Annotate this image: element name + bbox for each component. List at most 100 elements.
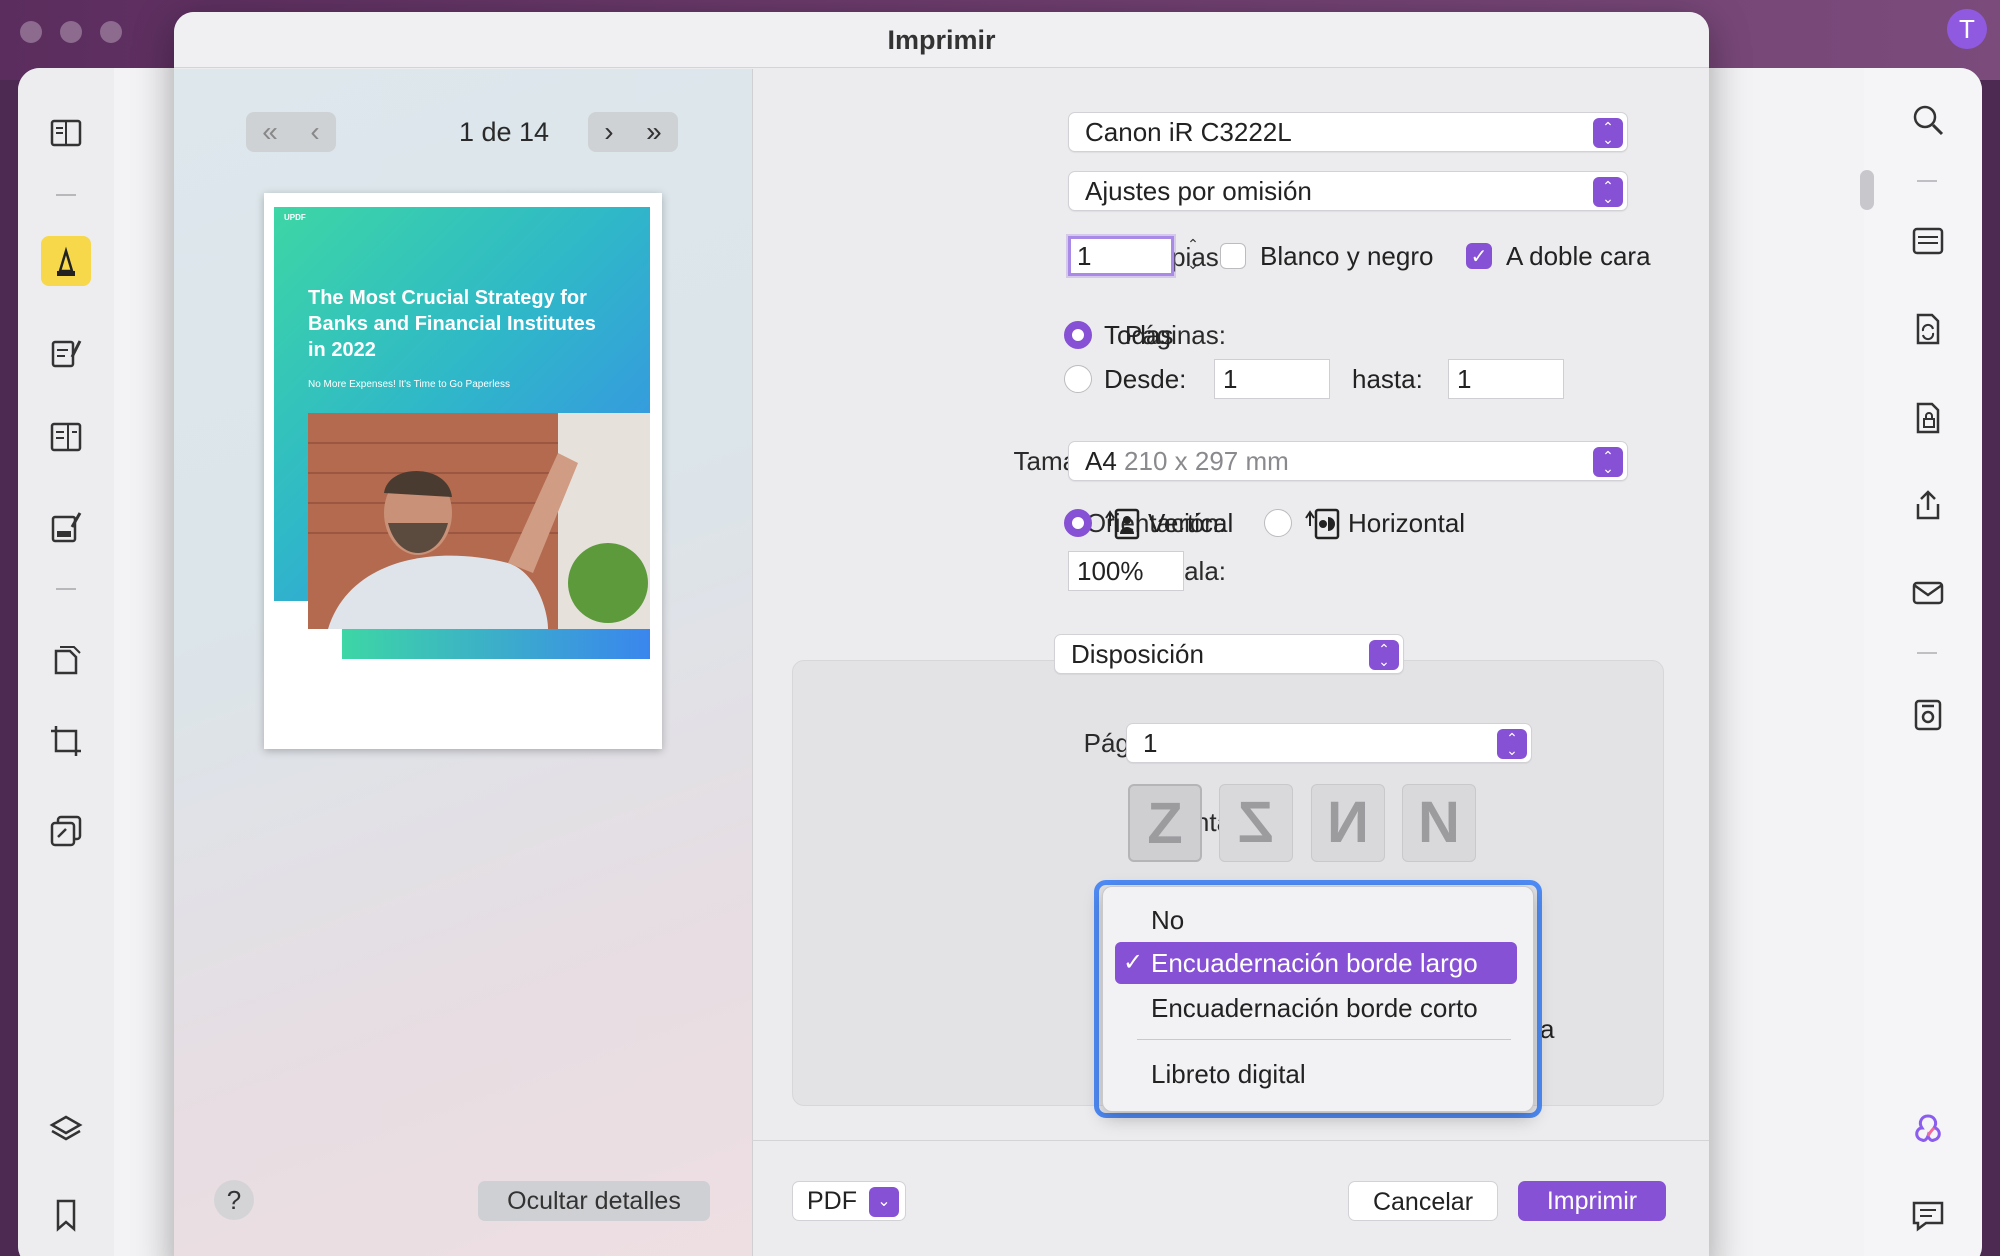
- printer-select[interactable]: Canon iR C3222L ⌃ ⌄: [1068, 112, 1628, 152]
- menu-item-short-edge[interactable]: Encuadernación borde corto: [1115, 987, 1517, 1029]
- duplex-label: A doble cara: [1506, 241, 1651, 271]
- pages-all-radio[interactable]: [1064, 321, 1092, 349]
- prev-page-icon[interactable]: ‹: [310, 116, 319, 148]
- window-close-button[interactable]: [20, 21, 42, 43]
- help-button[interactable]: ?: [214, 1180, 254, 1220]
- checkmark-icon: ✓: [1123, 949, 1144, 976]
- black-white-label: Blanco y negro: [1260, 241, 1434, 271]
- pages-from-field[interactable]: 1: [1214, 359, 1330, 399]
- menu-separator: [1137, 1039, 1511, 1040]
- copies-stepper[interactable]: ⌃ ⌄: [1182, 234, 1204, 276]
- presets-value: Ajustes por omisión: [1085, 176, 1312, 206]
- copies-field[interactable]: 1: [1068, 236, 1174, 276]
- ai-assistant-icon[interactable]: [1903, 1103, 1953, 1153]
- pdf-menu-button[interactable]: PDF ⌄: [792, 1181, 906, 1221]
- highlighter-icon[interactable]: [41, 236, 91, 286]
- pdf-label: PDF: [807, 1187, 857, 1215]
- save-icon[interactable]: [1903, 690, 1953, 740]
- page-forward-controls: ›»: [588, 112, 678, 152]
- window-zoom-button[interactable]: [100, 21, 122, 43]
- share-icon[interactable]: [1903, 481, 1953, 531]
- first-page-icon[interactable]: «: [262, 116, 278, 148]
- scale-field[interactable]: 100%: [1068, 551, 1184, 591]
- pages-all-label: Todas: [1104, 320, 1174, 350]
- ocr-icon[interactable]: [1903, 216, 1953, 266]
- doc-logo: UPDF: [284, 213, 306, 222]
- chevron-updown-icon: ⌃ ⌄: [1497, 729, 1527, 759]
- print-dialog: Imprimir «‹ 1 de 14 ›» UPDF The Most Cru…: [174, 12, 1709, 1256]
- pages-per-sheet-value: 1: [1143, 728, 1158, 758]
- next-page-icon[interactable]: ›: [604, 116, 613, 148]
- hide-details-button[interactable]: Ocultar detalles: [478, 1181, 710, 1221]
- cancel-button[interactable]: Cancelar: [1348, 1181, 1498, 1221]
- portrait-icon: [1105, 508, 1140, 540]
- print-button[interactable]: Imprimir: [1518, 1181, 1666, 1221]
- batch-icon[interactable]: [41, 806, 91, 856]
- mail-icon[interactable]: [1903, 568, 1953, 618]
- section-select[interactable]: Disposición ⌃ ⌄: [1054, 634, 1404, 674]
- edit-text-icon[interactable]: [41, 328, 91, 378]
- paper-size-select[interactable]: A4 210 x 297 mm ⌃ ⌄: [1068, 441, 1628, 481]
- chevron-updown-icon: ⌃ ⌄: [1593, 177, 1623, 207]
- search-icon[interactable]: [1903, 95, 1953, 145]
- fill-sign-icon[interactable]: [41, 502, 91, 552]
- menu-item-digital-booklet[interactable]: Libreto digital: [1115, 1053, 1517, 1095]
- presets-select[interactable]: Ajustes por omisión ⌃ ⌄: [1068, 171, 1628, 211]
- paper-size-detail: 210 x 297 mm: [1124, 446, 1289, 476]
- layers-icon[interactable]: [41, 1104, 91, 1154]
- toolbar-divider: [1917, 180, 1937, 182]
- pages-range-radio[interactable]: [1064, 365, 1092, 393]
- portrait-label: Vertical: [1148, 508, 1234, 538]
- doc-footer-bar: [342, 629, 650, 659]
- crop-icon[interactable]: [41, 716, 91, 766]
- organize-pages-icon[interactable]: [41, 411, 91, 461]
- chevron-updown-icon: ⌃ ⌄: [1593, 118, 1623, 148]
- pages-to-field[interactable]: 1: [1448, 359, 1564, 399]
- toolbar-divider: [56, 588, 76, 590]
- user-avatar[interactable]: T: [1947, 9, 1987, 49]
- layout-n-reverse-button[interactable]: N: [1311, 784, 1385, 862]
- pages-to-label: hasta:: [1352, 364, 1423, 394]
- menu-item-long-edge[interactable]: ✓ Encuadernación borde largo: [1115, 942, 1517, 984]
- doc-photo: [308, 413, 650, 629]
- menu-item-no[interactable]: No: [1115, 899, 1517, 941]
- paper-size-value: A4: [1085, 446, 1117, 476]
- black-white-checkbox[interactable]: [1220, 243, 1246, 269]
- doc-title: The Most Crucial Strategy for Banks and …: [308, 287, 596, 361]
- toolbar-divider: [1917, 652, 1937, 654]
- pages-per-sheet-select[interactable]: 1 ⌃ ⌄: [1126, 723, 1532, 763]
- page-tools-icon[interactable]: [41, 634, 91, 684]
- two-sided-dropdown-menu: No ✓ Encuadernación borde largo Encuadern…: [1102, 886, 1534, 1112]
- two-sided-trailing: a: [1540, 1014, 1555, 1044]
- section-value: Disposición: [1071, 639, 1204, 669]
- window-minimize-button[interactable]: [60, 21, 82, 43]
- comment-icon[interactable]: [1903, 1190, 1953, 1240]
- layout-z-reverse-button[interactable]: Z: [1219, 784, 1293, 862]
- landscape-icon: [1305, 508, 1340, 540]
- doc-subtitle: No More Expenses! It's Time to Go Paperl…: [308, 379, 510, 390]
- left-toolbar: [18, 68, 114, 1256]
- chevron-updown-icon: ⌃ ⌄: [1593, 447, 1623, 477]
- pages-from-label: Desde:: [1104, 364, 1187, 394]
- portrait-radio[interactable]: [1064, 509, 1092, 537]
- landscape-label: Horizontal: [1348, 508, 1466, 538]
- dialog-title: Imprimir: [174, 12, 1709, 68]
- page-back-controls: «‹: [246, 112, 336, 152]
- page-indicator: 1 de 14: [458, 117, 550, 147]
- page-preview: UPDF The Most Crucial Strategy for Banks…: [264, 193, 662, 749]
- duplex-checkbox[interactable]: ✓: [1466, 243, 1492, 269]
- reader-icon[interactable]: [41, 108, 91, 158]
- landscape-radio[interactable]: [1264, 509, 1292, 537]
- protect-icon[interactable]: [1903, 393, 1953, 443]
- toolbar-divider: [56, 194, 76, 196]
- layout-n-button[interactable]: N: [1402, 784, 1476, 862]
- footer-divider: [752, 1140, 1709, 1141]
- printer-value: Canon iR C3222L: [1085, 117, 1292, 147]
- chevron-down-icon: ⌄: [869, 1187, 899, 1217]
- layout-z-button[interactable]: Z: [1128, 784, 1202, 862]
- bookmark-icon[interactable]: [41, 1190, 91, 1240]
- chevron-updown-icon: ⌃ ⌄: [1369, 640, 1399, 670]
- last-page-icon[interactable]: »: [646, 116, 662, 148]
- scrollbar-thumb[interactable]: [1860, 170, 1874, 210]
- convert-icon[interactable]: [1903, 304, 1953, 354]
